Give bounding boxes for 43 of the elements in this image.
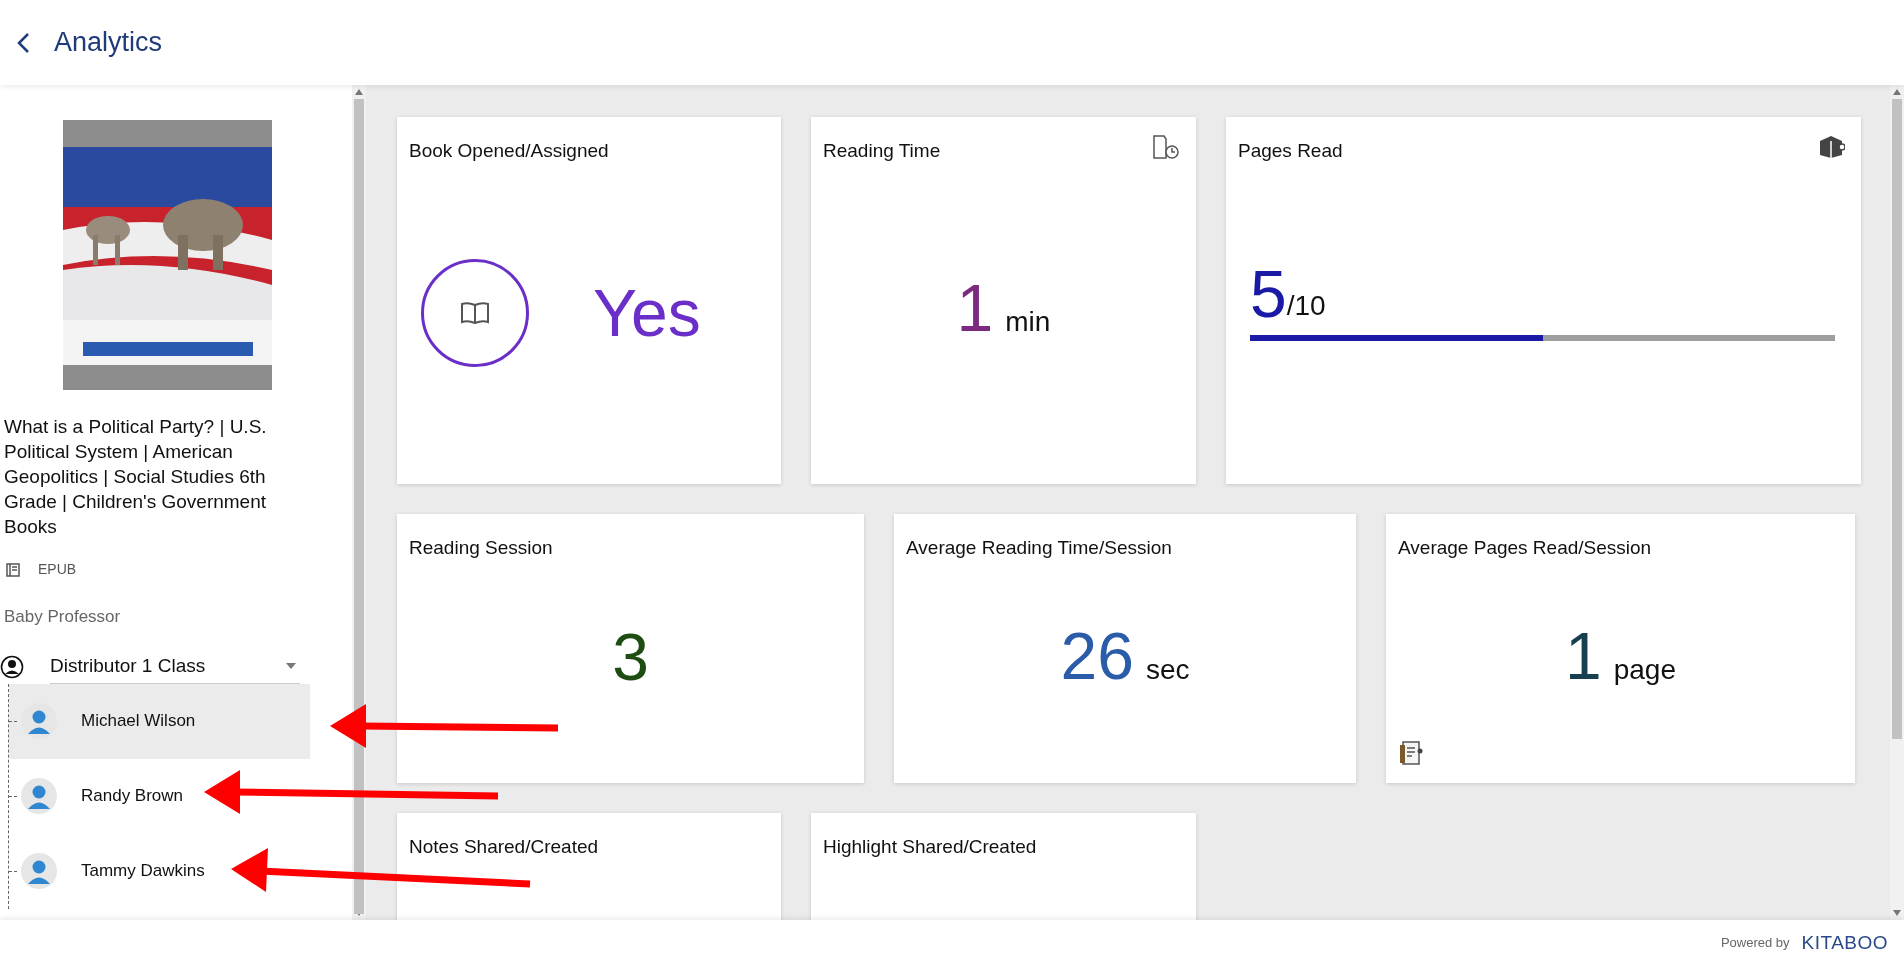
card-value: 26 [1060, 622, 1134, 689]
card-title: Highlight Shared/Created [822, 835, 1038, 859]
scroll-up-icon[interactable] [355, 89, 363, 95]
page-title: Analytics [54, 26, 163, 60]
card-value: 1 [1565, 622, 1602, 689]
scroll-up-icon[interactable] [1893, 89, 1901, 95]
brand-logo: KITABOO [1801, 930, 1888, 955]
book-title: What is a Political Party? | U.S. Political System | American Geopolitics | Social Studies 6th Grade | Children's Government Books [3, 415, 268, 539]
card-title: Book Opened/Assigned [408, 139, 610, 163]
card-value: 1 [956, 274, 994, 341]
notebook-icon [1398, 739, 1424, 767]
publisher-name: Baby Professor [3, 606, 122, 628]
card-title: Notes Shared/Created [408, 835, 600, 859]
book-icon [1817, 133, 1845, 159]
scrollbar[interactable] [1890, 85, 1904, 920]
scrollbar-thumb[interactable] [354, 99, 364, 914]
card-title: Pages Read [1237, 139, 1344, 163]
scrollbar[interactable] [352, 85, 366, 920]
user-circle-icon [0, 654, 24, 679]
caret-icon [286, 663, 296, 669]
user-avatar-icon [21, 778, 57, 814]
student-item[interactable]: Michael Wilson [9, 683, 310, 759]
back-icon[interactable] [16, 31, 30, 54]
card-unit: /10 [1286, 288, 1326, 323]
user-avatar-icon [21, 853, 57, 889]
card-value: 5 [1250, 260, 1287, 327]
scrollbar-thumb[interactable] [1892, 99, 1902, 739]
card-title: Average Reading Time/Session [905, 536, 1173, 560]
card-value: Yes [593, 279, 701, 346]
card-title: Reading Session [408, 536, 554, 560]
card-unit: sec [1145, 652, 1190, 687]
card-unit: page [1613, 652, 1676, 687]
class-dropdown[interactable]: Distributor 1 Class [50, 649, 300, 684]
card-title: Average Pages Read/Session [1397, 536, 1653, 560]
card-unit: min [1005, 304, 1051, 339]
open-book-icon [460, 300, 490, 325]
book-icon [6, 562, 22, 577]
book-clock-icon [1152, 133, 1180, 161]
card-value: 3 [612, 623, 649, 690]
card-title: Reading Time [822, 139, 942, 163]
scroll-down-icon[interactable] [1893, 910, 1901, 916]
book-format: EPUB [38, 560, 77, 579]
powered-by-label: Powered by [1720, 934, 1790, 953]
